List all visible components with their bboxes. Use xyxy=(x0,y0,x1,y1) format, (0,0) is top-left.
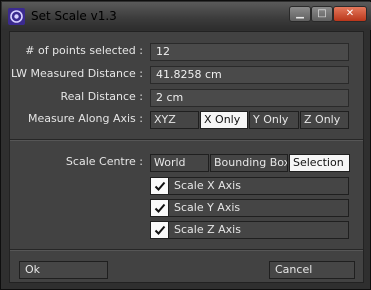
ok-button[interactable]: Ok xyxy=(19,261,108,279)
scale-x-checkbox[interactable] xyxy=(151,178,169,194)
scale-y-axis-label: Scale Y Axis xyxy=(174,201,241,214)
dialog-body: # of points selected : 12 LW Measured Di… xyxy=(9,31,364,283)
scale-centre-label: Scale Centre : xyxy=(65,155,143,168)
scale-x-axis-row[interactable]: Scale X Axis xyxy=(150,177,349,195)
measure-axis-label: Measure Along Axis : xyxy=(27,112,143,125)
scale-z-axis-row[interactable]: Scale Z Axis xyxy=(150,221,349,239)
points-selected-label: # of points selected : xyxy=(25,44,143,57)
axis-option-x-only[interactable]: X Only xyxy=(200,111,248,129)
checkmark-icon xyxy=(154,225,166,235)
scale-x-axis-label: Scale X Axis xyxy=(174,179,241,192)
scale-z-axis-label: Scale Z Axis xyxy=(174,223,241,236)
points-selected-field: 12 xyxy=(150,43,349,61)
minimize-button[interactable]: ▁ xyxy=(289,6,311,22)
real-distance-input[interactable]: 2 cm xyxy=(150,89,349,107)
axis-option-z-only[interactable]: Z Only xyxy=(300,111,349,129)
app-logo-icon xyxy=(8,8,25,25)
axis-option-y-only[interactable]: Y Only xyxy=(249,111,299,129)
section-divider xyxy=(10,139,363,141)
scale-y-checkbox[interactable] xyxy=(151,200,169,216)
lw-measured-distance-field: 41.8258 cm xyxy=(150,66,349,84)
scale-centre-world[interactable]: World xyxy=(150,154,209,172)
footer-divider xyxy=(10,249,363,251)
real-distance-label: Real Distance : xyxy=(60,90,143,103)
close-button[interactable]: ✕ xyxy=(333,6,367,22)
set-scale-window: Set Scale v1.3 ▁ □ ✕ # of points selecte… xyxy=(0,0,371,290)
axis-option-xyz[interactable]: XYZ xyxy=(150,111,199,129)
scale-centre-selection[interactable]: Selection xyxy=(289,154,350,172)
scale-z-checkbox[interactable] xyxy=(151,222,169,238)
cancel-button[interactable]: Cancel xyxy=(269,261,355,279)
lw-measured-distance-label: LW Measured Distance : xyxy=(10,67,143,80)
window-title: Set Scale v1.3 xyxy=(31,9,117,23)
scale-y-axis-row[interactable]: Scale Y Axis xyxy=(150,199,349,217)
maximize-button[interactable]: □ xyxy=(311,6,333,22)
title-bar[interactable]: Set Scale v1.3 ▁ □ ✕ xyxy=(2,2,371,30)
checkmark-icon xyxy=(154,203,166,213)
checkmark-icon xyxy=(154,181,166,191)
scale-centre-bounding-box[interactable]: Bounding Box xyxy=(210,154,288,172)
